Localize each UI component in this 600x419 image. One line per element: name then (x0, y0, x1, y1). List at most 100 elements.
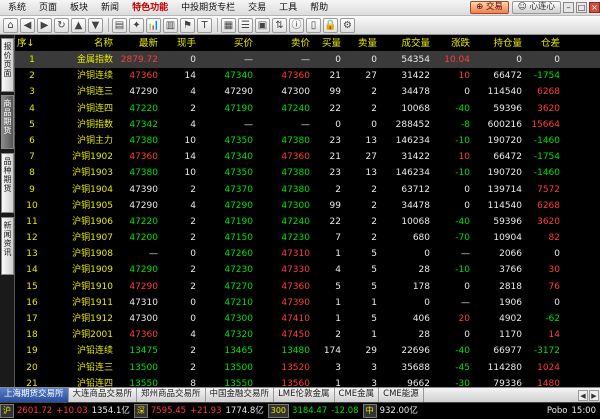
close-button[interactable]: × (589, 2, 600, 13)
select-icon[interactable]: ▣ (255, 17, 270, 33)
cell-askv: 5 (371, 281, 377, 292)
grid-icon[interactable]: ▦ (221, 17, 236, 33)
exchange-tab-2[interactable]: 郑州商品交易所 (137, 388, 206, 402)
side-tab-1[interactable]: 商品期货 (1, 95, 14, 149)
maximize-button[interactable]: □ (576, 2, 587, 13)
column-header-4[interactable]: 买价 (196, 35, 253, 51)
column-header-6[interactable]: 买量 (310, 35, 341, 51)
settings-icon[interactable]: ⚙ (340, 17, 355, 33)
table-row[interactable]: 19 沪铅连续 13475 2 13465 13480 174 29 22696 -40 66977… (15, 343, 600, 359)
side-tab-3[interactable]: 新闻资讯 (1, 217, 14, 275)
cell-total: 0 (424, 249, 430, 260)
chart-icon[interactable]: ▤ (112, 17, 127, 33)
cell-idx: 1 (15, 52, 49, 69)
tab-scroll-right-icon[interactable]: ▶ (589, 389, 599, 401)
cell-bid: 47340 (224, 152, 253, 163)
alert-icon[interactable]: ⚑ (180, 17, 195, 33)
menu-bar: 系统 页面 板块 新闻 特色功能 中投期货专栏 交易 工具 帮助 ⊕ 交易 ☺ 心连心 – □ … (0, 0, 600, 16)
exchange-tab-4[interactable]: LME伦敦金属 (274, 388, 335, 402)
refresh-icon[interactable]: ↻ (54, 17, 69, 33)
news-icon[interactable]: ▥ (163, 17, 178, 33)
table-row[interactable]: 3 沪铜连三 47290 4 47290 47300 99 2 34478 0 114540 6268 (15, 84, 600, 100)
cell-oid: 15664 (531, 119, 560, 130)
kline-icon[interactable]: ✦ (129, 17, 144, 33)
table-row[interactable]: 5 沪铜指数 47342 4 — — 0 0 288452 -8 600216 15664 (15, 117, 600, 133)
table-row[interactable]: 4 沪铜连四 47220 2 47190 47240 22 2 10068 -40 59396 362… (15, 101, 600, 117)
menu-item-6[interactable]: 交易 (248, 0, 266, 16)
column-header-1[interactable]: 名称 (49, 35, 113, 51)
table-row[interactable]: 21 沪铅连四 13550 8 13550 13560 1 3 9662 -30 79336 1480 (15, 376, 600, 387)
exchange-tab-3[interactable]: 中国金融交易所 (206, 388, 275, 402)
menu-item-8[interactable]: 帮助 (310, 0, 328, 16)
column-header-11[interactable]: 仓差 (522, 35, 560, 51)
exchange-tab-5[interactable]: CME金属 (335, 388, 380, 402)
exchange-tab-0[interactable]: 上海期货交易所 (0, 388, 69, 402)
column-header-7[interactable]: 卖量 (341, 35, 377, 51)
f10-icon[interactable]: 📊 (146, 17, 161, 33)
info-icon[interactable]: ⓘ (289, 17, 304, 33)
table-row[interactable]: 12 沪铜1907 47200 2 47150 47230 7 2 680 -70 10904 82 (15, 230, 600, 246)
down-icon[interactable]: ▼ (88, 17, 103, 33)
cell-bidv: 21 (329, 71, 341, 82)
list-icon[interactable]: ☰ (238, 17, 253, 33)
cell-oid: 0 (554, 297, 560, 308)
menu-item-1[interactable]: 页面 (39, 0, 57, 16)
menu-item-7[interactable]: 工具 (279, 0, 297, 16)
side-tab-2[interactable]: 品种期货 (1, 153, 14, 213)
menu-item-3[interactable]: 新闻 (101, 0, 119, 16)
menu-item-2[interactable]: 板块 (70, 0, 88, 16)
side-tab-0[interactable]: 报价页面 (1, 38, 14, 92)
table-row[interactable]: 7 沪铜1902 47360 14 47340 47360 21 27 31422 10 66472… (15, 149, 600, 165)
tab-scroll-left-icon[interactable]: ◀ (578, 389, 588, 401)
table-row[interactable]: 13 沪铜1908 — 0 47260 47310 1 5 0 — 2066 0 (15, 246, 600, 262)
cell-oid: 6268 (537, 87, 560, 98)
column-header-0[interactable]: 序↓ (15, 35, 49, 51)
table-row[interactable]: 8 沪铜1903 47380 10 47350 47380 23 13 146234 -10 190… (15, 165, 600, 181)
menu-item-0[interactable]: 系统 (8, 0, 26, 16)
cell-name: 沪铅连续 (76, 346, 113, 357)
cell-bidv: 2 (335, 330, 341, 341)
menu-item-5[interactable]: 中投期货专栏 (181, 0, 235, 16)
table-row[interactable]: 16 沪铜1911 47310 0 47210 47390 1 1 0 — 1906 0 (15, 295, 600, 311)
forward-icon[interactable]: ▶ (37, 17, 52, 33)
table-row[interactable]: 9 沪铜1904 47390 2 47370 47380 2 2 63712 0 139714 757… (15, 182, 600, 198)
quote-table[interactable]: 序↓ 名称 最新 现手 买价 卖价 买量 卖量 成交量 涨跌 持仓量 仓差 1 金属指数 2879.72 0… (15, 35, 600, 387)
up-icon[interactable]: ▲ (71, 17, 86, 33)
scroll-icon[interactable]: ⇅ (272, 17, 287, 33)
column-header-3[interactable]: 现手 (158, 35, 196, 51)
table-row[interactable]: 18 沪铜2001 47360 4 47320 47450 2 1 28 0 1170 14 (15, 327, 600, 343)
table-row[interactable]: 14 沪铜1909 47290 2 47230 47330 4 5 28 -10 3766 30 (15, 262, 600, 278)
table-row[interactable]: 11 沪铜1906 47220 2 47190 47240 22 2 10068 -40 59396… (15, 214, 600, 230)
filter-icon[interactable]: T (197, 17, 212, 33)
column-header-9[interactable]: 涨跌 (430, 35, 470, 51)
table-row[interactable]: 17 沪铜1912 47300 0 47300 47410 1 5 406 20 4902 -62 (15, 311, 600, 327)
lock-icon[interactable]: 🔒 (323, 17, 338, 33)
back-icon[interactable]: ◀ (20, 17, 35, 33)
cell-ask: 47300 (281, 87, 310, 98)
cell-bidv: 22 (329, 103, 341, 114)
table-row[interactable]: 2 沪铜连续 47360 14 47340 47360 21 27 31422 10 66472 -1… (15, 68, 600, 84)
cell-last: 47380 (129, 168, 158, 179)
column-header-5[interactable]: 卖价 (253, 35, 310, 51)
cell-oid: -1754 (533, 71, 560, 82)
table-row[interactable]: 1 金属指数 2879.72 0— —0 0 54354 10.04 0 0 (15, 52, 600, 69)
cell-last: 47220 (129, 216, 158, 227)
table-row[interactable]: 20 沪铅连三 13500 2 13500 13520 3 3 35688 -45 114280 10… (15, 360, 600, 376)
bar-icon[interactable]: ▯ (306, 17, 321, 33)
table-row[interactable]: 6 沪铜主力 47380 10 47350 47380 23 13 146234 -10 19072… (15, 133, 600, 149)
cell-total: 178 (412, 281, 430, 292)
column-header-8[interactable]: 成交量 (377, 35, 430, 51)
column-header-10[interactable]: 持仓量 (470, 35, 522, 51)
trade-button[interactable]: ⊕ 交易 (470, 1, 509, 14)
connect-button[interactable]: ☺ 心连心 (511, 1, 561, 14)
menu-item-4[interactable]: 特色功能 (132, 0, 168, 16)
home-icon[interactable]: ⌂ (3, 17, 18, 33)
exchange-tab-6[interactable]: CME能源 (379, 388, 424, 402)
cell-bid: 47190 (224, 103, 253, 114)
exchange-tab-1[interactable]: 大连商品交易所 (69, 388, 138, 402)
minimize-button[interactable]: – (563, 2, 574, 13)
cell-name: 沪铜连四 (76, 103, 113, 114)
table-row[interactable]: 15 沪铜1910 47290 2 47270 47360 5 5 178 0 2818 76 (15, 279, 600, 295)
table-row[interactable]: 10 沪铜1905 47290 4 47290 47300 99 2 34478 0 114540 6… (15, 198, 600, 214)
column-header-2[interactable]: 最新 (113, 35, 158, 51)
